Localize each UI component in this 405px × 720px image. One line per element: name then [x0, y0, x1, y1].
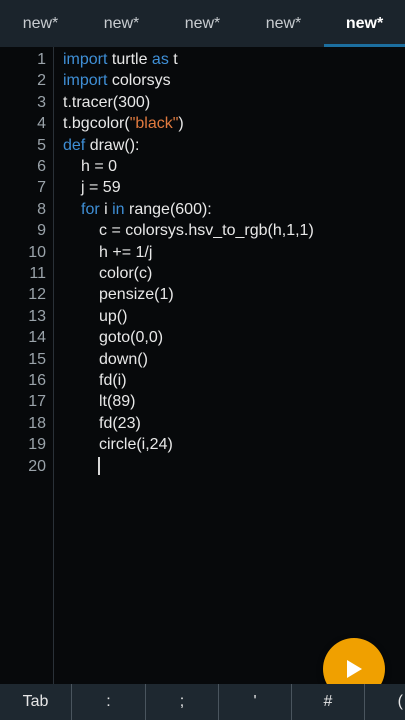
keyword: import — [63, 72, 108, 90]
tab-2[interactable]: new* — [81, 0, 162, 47]
line-number-gutter: 1 2 3 4 5 6 7 8 9 10 11 12 13 14 15 16 1… — [0, 47, 54, 684]
code-text: ) — [178, 115, 184, 133]
code-line: down() — [99, 349, 148, 370]
key-quote[interactable]: ' — [219, 684, 292, 720]
line-number: 7 — [37, 179, 46, 197]
code-editor[interactable]: 1 2 3 4 5 6 7 8 9 10 11 12 13 14 15 16 1… — [0, 47, 405, 684]
keyword: in — [112, 200, 125, 218]
key-colon[interactable]: : — [72, 684, 146, 720]
code-line: for i in range(600): — [81, 199, 212, 220]
line-number: 12 — [28, 286, 46, 304]
code-text: up() — [99, 307, 128, 325]
code-line: def draw(): — [63, 135, 139, 156]
tab-5-active[interactable]: new* — [324, 0, 405, 47]
line-number: 17 — [28, 393, 46, 411]
code-text: range(600): — [124, 200, 212, 218]
keyword: for — [81, 200, 100, 218]
code-text: circle(i,24) — [99, 436, 173, 454]
line-number: 4 — [37, 115, 46, 133]
line-number: 19 — [28, 436, 46, 454]
code-text: h = 0 — [81, 158, 118, 175]
code-text: j = 59 — [81, 179, 121, 197]
line-number: 16 — [28, 372, 46, 389]
code-line: lt(89) — [99, 391, 135, 412]
code-line: t.bgcolor("black") — [63, 113, 184, 134]
code-text: fd(23) — [99, 414, 141, 432]
extra-keys-bar: Tab : ; ' # ( — [0, 684, 405, 720]
code-line: color(c) — [99, 263, 152, 284]
code-line: circle(i,24) — [99, 434, 173, 455]
line-number: 20 — [28, 457, 46, 475]
code-line: import colorsys — [63, 70, 171, 91]
code-text: fd(i) — [99, 372, 127, 389]
code-text: t.tracer(300) — [63, 93, 151, 111]
line-number: 3 — [37, 93, 46, 111]
code-line: t.tracer(300) — [63, 92, 150, 113]
code-text: c = colorsys.hsv_to_rgb(h,1,1) — [99, 222, 314, 240]
code-text: colorsys — [107, 72, 171, 90]
key-hash[interactable]: # — [292, 684, 365, 720]
code-line: h += 1/j — [99, 242, 152, 263]
code-line: goto(0,0) — [99, 327, 163, 348]
code-line: import turtle as t — [63, 49, 178, 70]
line-number: 14 — [28, 329, 46, 347]
key-paren[interactable]: ( — [365, 684, 405, 720]
code-text: color(c) — [99, 265, 153, 282]
code-text: down() — [99, 350, 148, 368]
tab-3[interactable]: new* — [162, 0, 243, 47]
line-number: 11 — [29, 265, 46, 282]
code-line: j = 59 — [81, 177, 121, 198]
code-text: t.bgcolor( — [63, 115, 130, 133]
key-tab[interactable]: Tab — [0, 684, 72, 720]
code-line: fd(i) — [99, 370, 127, 391]
code-text: t — [168, 51, 178, 68]
code-text: draw(): — [85, 136, 140, 154]
line-number: 1 — [37, 51, 46, 68]
keyword: as — [151, 51, 169, 68]
code-line: up() — [99, 306, 127, 327]
play-icon — [347, 660, 362, 678]
key-semicolon[interactable]: ; — [146, 684, 219, 720]
code-text: lt(89) — [99, 393, 136, 411]
code-line: pensize(1) — [99, 284, 174, 305]
line-number: 18 — [28, 414, 46, 432]
code-line: c = colorsys.hsv_to_rgb(h,1,1) — [99, 220, 314, 241]
line-number: 13 — [28, 307, 46, 325]
line-number: 5 — [37, 136, 46, 154]
code-line: h = 0 — [81, 156, 117, 177]
line-number: 10 — [28, 243, 46, 261]
tab-bar: new* new* new* new* new* — [0, 0, 405, 47]
tab-4[interactable]: new* — [243, 0, 324, 47]
code-text: turtle — [107, 51, 152, 68]
code-text: i — [99, 200, 113, 218]
code-text: h += 1/j — [99, 243, 153, 261]
code-text: goto(0,0) — [99, 329, 164, 347]
line-number: 9 — [37, 222, 46, 240]
keyword: import — [63, 51, 108, 68]
string-literal: "black" — [129, 115, 179, 133]
line-number: 15 — [28, 350, 46, 368]
code-line: fd(23) — [99, 413, 141, 434]
text-cursor — [98, 457, 100, 475]
line-number: 6 — [37, 158, 46, 175]
line-number: 2 — [37, 72, 46, 90]
tab-1[interactable]: new* — [0, 0, 81, 47]
line-number: 8 — [37, 200, 46, 218]
keyword: def — [63, 136, 86, 154]
code-text: pensize(1) — [99, 286, 174, 304]
